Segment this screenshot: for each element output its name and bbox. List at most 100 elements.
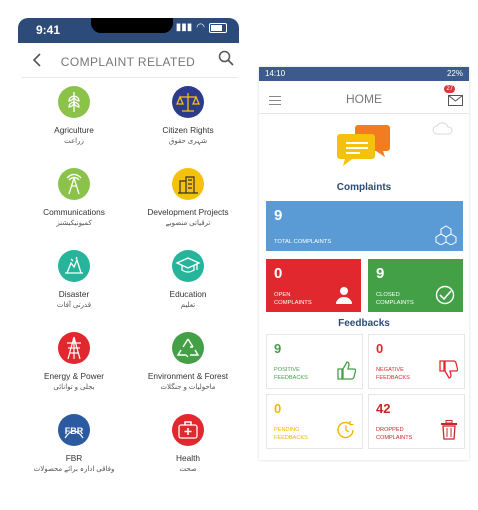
category-icon-circle: [58, 332, 90, 364]
category-disaster[interactable]: Disaster قدرتی آفات: [18, 250, 130, 309]
wheat-icon: [68, 92, 80, 112]
complaint-categories-screen: 9:41 ▮▮▮ ◠ COMPLAINT RELATED Agriculture…: [14, 0, 242, 510]
search-button[interactable]: [218, 50, 234, 71]
tower-icon: [66, 173, 82, 195]
trash-icon: [441, 420, 457, 440]
category-icon-circle: [172, 86, 204, 118]
category-name: Education: [169, 289, 207, 299]
open-complaints-tile[interactable]: 0 OPEN COMPLAINTS: [266, 259, 361, 312]
thumbs-up-icon: [337, 361, 356, 380]
messages-button[interactable]: [448, 93, 463, 111]
svg-text:FBR: FBR: [65, 426, 84, 436]
page-title: HOME: [346, 92, 382, 106]
category-energy-power[interactable]: Energy & Power بجلی و توانائی: [18, 332, 130, 391]
feedbacks-heading: Feedbacks: [338, 318, 390, 329]
category-urdu-name: صحت: [179, 466, 197, 473]
header-divider: [259, 113, 469, 114]
positive-feedbacks-tile[interactable]: 9 POSITIVE FEEDBACKS: [266, 334, 363, 389]
category-urdu-name: تعلیم: [180, 302, 196, 309]
category-health[interactable]: Health صحت: [132, 414, 244, 473]
home-dashboard-screen: 14:10 22% HOME 27 Complaints 9 TOTAL COM…: [259, 67, 469, 460]
positive-feedbacks-count: 9: [274, 341, 282, 356]
category-urdu-name: قدرتی آفات: [56, 302, 92, 309]
category-icon-circle: [58, 86, 90, 118]
page-title: COMPLAINT RELATED: [60, 55, 196, 69]
category-icon-circle: [58, 250, 90, 282]
open-complaints-count: 0: [274, 265, 283, 282]
envelope-icon: [448, 95, 463, 106]
positive-feedbacks-label: POSITIVE FEEDBACKS: [274, 367, 308, 381]
complaints-heading: Complaints: [336, 182, 392, 193]
pending-feedbacks-count: 0: [274, 401, 282, 416]
status-bar: 9:41 ▮▮▮ ◠: [18, 18, 239, 43]
status-time: 9:41: [36, 23, 61, 37]
header-divider: [22, 77, 237, 78]
category-urdu-name: شہری حقوق: [168, 138, 208, 145]
category-fbr[interactable]: FBR FBR وفاقی ادارہ برائے محصولات: [18, 414, 130, 473]
dropped-complaints-label: DROPPED COMPLAINTS: [376, 427, 413, 441]
category-icon-circle: FBR: [58, 414, 90, 446]
power-pylon-icon: [67, 336, 81, 360]
status-icons: ▮▮▮ ◠: [176, 22, 227, 33]
scales-icon: [176, 93, 200, 112]
category-agriculture[interactable]: Agriculture زراعت: [18, 86, 130, 145]
check-circle-icon: [435, 285, 455, 305]
total-complaints-label: TOTAL COMPLAINTS: [274, 239, 332, 245]
category-environment-forest[interactable]: Environment & Forest ماحولیات و جنگلات: [132, 332, 244, 391]
app-header: COMPLAINT RELATED: [14, 48, 242, 76]
closed-complaints-label: CLOSED COMPLAINTS: [376, 292, 414, 306]
recycle-icon: [176, 338, 200, 358]
graduation-cap-icon: [175, 257, 201, 273]
category-urdu-name: بجلی و توانائی: [53, 384, 95, 391]
category-name: Citizen Rights: [162, 125, 214, 135]
thumbs-down-icon: [439, 360, 458, 379]
category-name: Energy & Power: [44, 371, 104, 381]
disaster-icon: [65, 256, 83, 274]
user-icon: [336, 287, 352, 304]
status-bar: 14:10 22%: [259, 67, 469, 81]
clock-refresh-icon: [337, 421, 354, 439]
battery-icon: [209, 22, 227, 33]
dropped-complaints-count: 42: [376, 401, 391, 416]
category-icon-circle: [172, 414, 204, 446]
status-time: 14:10: [265, 69, 286, 78]
category-name: Development Projects: [147, 207, 229, 217]
category-name: FBR: [65, 453, 83, 463]
signal-icon: ▮▮▮: [175, 22, 193, 33]
category-urdu-name: وفاقی ادارہ برائے محصولات: [33, 466, 115, 473]
wifi-icon: ◠: [196, 22, 205, 33]
category-icon-circle: [172, 332, 204, 364]
negative-feedbacks-tile[interactable]: 0 NEGATIVE FEEDBACKS: [368, 334, 465, 389]
closed-complaints-tile[interactable]: 9 CLOSED COMPLAINTS: [368, 259, 463, 312]
category-name: Disaster: [58, 289, 90, 299]
pending-feedbacks-tile[interactable]: 0 PENDING FEEDBACKS: [266, 394, 363, 449]
category-urdu-name: کمیونیکیشنز: [56, 220, 92, 227]
category-icon-circle: [172, 168, 204, 200]
category-education[interactable]: Education تعلیم: [132, 250, 244, 309]
category-urdu-name: ترقیاتی منصوبے: [165, 220, 211, 227]
category-name: Communications: [43, 207, 105, 217]
category-citizen-rights[interactable]: Citizen Rights شہری حقوق: [132, 86, 244, 145]
total-complaints-tile[interactable]: 9 TOTAL COMPLAINTS: [266, 201, 463, 251]
category-urdu-name: زراعت: [64, 138, 84, 145]
search-icon: [218, 50, 234, 66]
buildings-icon: [178, 176, 198, 194]
negative-feedbacks-label: NEGATIVE FEEDBACKS: [376, 367, 410, 381]
phone-notch: [91, 18, 173, 33]
negative-feedbacks-count: 0: [376, 341, 384, 356]
cloud-icon: [432, 122, 453, 135]
category-communications[interactable]: Communications کمیونیکیشنز: [18, 168, 130, 227]
dropped-complaints-tile[interactable]: 42 DROPPED COMPLAINTS: [368, 394, 465, 449]
open-complaints-label: OPEN COMPLAINTS: [274, 292, 312, 306]
category-development-projects[interactable]: Development Projects ترقیاتی منصوبے: [132, 168, 244, 227]
pending-feedbacks-label: PENDING FEEDBACKS: [274, 427, 308, 441]
notification-badge: 27: [444, 85, 455, 93]
chat-bubbles-icon: [337, 125, 390, 166]
category-name: Agriculture: [54, 125, 94, 135]
closed-complaints-count: 9: [376, 265, 385, 282]
category-name: Environment & Forest: [147, 371, 229, 381]
category-name: Health: [176, 453, 200, 463]
fbr-logo-icon: FBR: [64, 426, 84, 439]
battery-percent: 22%: [446, 69, 463, 78]
category-urdu-name: ماحولیات و جنگلات: [160, 384, 216, 391]
